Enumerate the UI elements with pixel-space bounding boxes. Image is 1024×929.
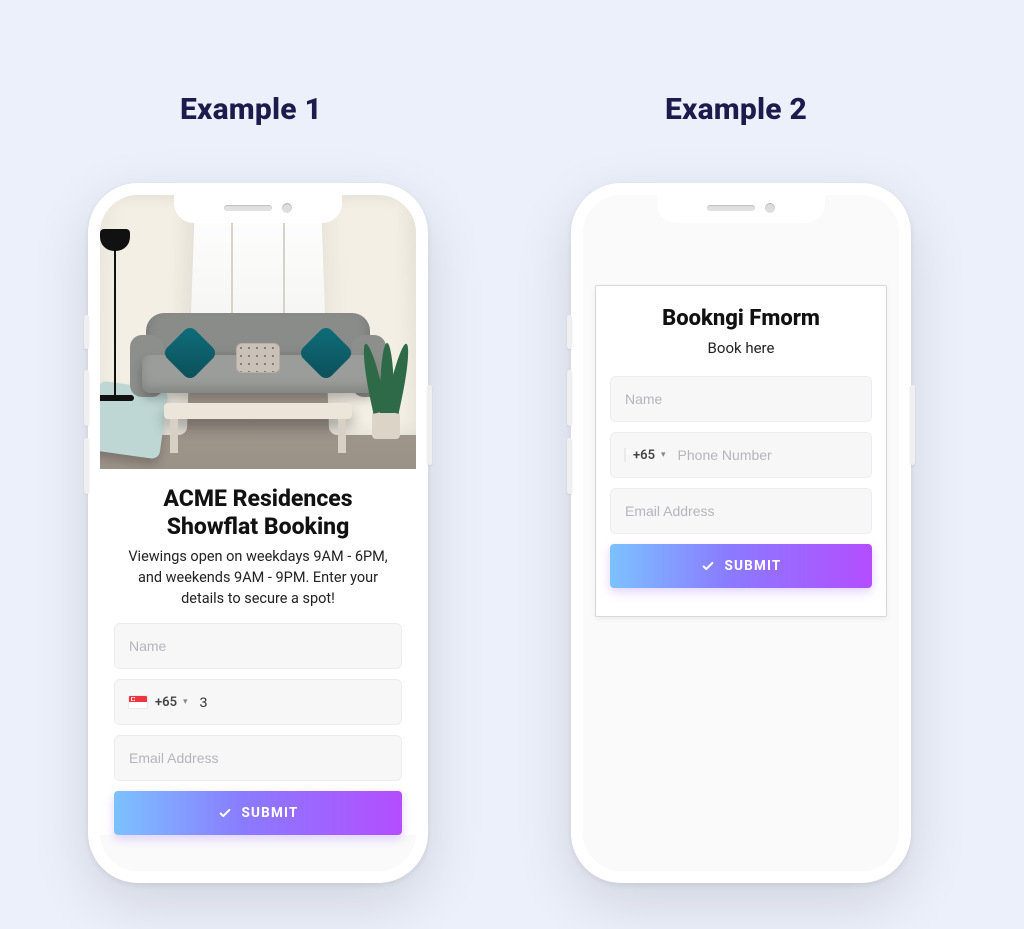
- form-title-line1: ACME Residences: [163, 485, 352, 512]
- phone-side-button: [567, 315, 572, 349]
- phone-side-button: [84, 370, 89, 426]
- check-icon: [218, 806, 232, 820]
- phone-side-button: [427, 385, 432, 465]
- phone-notch: [657, 195, 825, 223]
- phone-mockup-2: Bookngi Fmorm Book here +65 ▾ SUBMIT: [571, 183, 911, 883]
- name-field[interactable]: [114, 623, 402, 669]
- email-input[interactable]: [129, 750, 387, 766]
- example-1-label: Example 1: [180, 92, 322, 127]
- speaker-icon: [224, 205, 272, 211]
- email-input[interactable]: [625, 503, 857, 519]
- phone-screen: ACME Residences Showflat Booking Viewing…: [100, 195, 416, 871]
- example-2-label: Example 2: [665, 92, 807, 127]
- country-code[interactable]: +65: [155, 695, 177, 710]
- form-subtitle: Viewings open on weekdays 9AM - 6PM, and…: [100, 546, 416, 623]
- submit-button[interactable]: SUBMIT: [114, 791, 402, 835]
- form-subtitle: Book here: [596, 338, 886, 376]
- submit-label: SUBMIT: [725, 558, 782, 574]
- phone-field[interactable]: +65 ▾: [114, 679, 402, 725]
- email-field[interactable]: [114, 735, 402, 781]
- check-icon: [701, 559, 715, 573]
- phone-side-button: [84, 438, 89, 494]
- camera-icon: [765, 203, 775, 213]
- booking-form-card: ACME Residences Showflat Booking Viewing…: [100, 469, 416, 835]
- phone-mockup-1: ACME Residences Showflat Booking Viewing…: [88, 183, 428, 883]
- submit-label: SUBMIT: [242, 805, 299, 821]
- hero-image: [100, 195, 416, 469]
- country-code[interactable]: +65: [633, 448, 655, 463]
- form-title: Bookngi Fmorm: [596, 286, 886, 338]
- camera-icon: [282, 203, 292, 213]
- submit-button[interactable]: SUBMIT: [610, 544, 872, 588]
- phone-input[interactable]: [678, 447, 859, 463]
- flag-sg-icon[interactable]: [129, 696, 147, 708]
- speaker-icon: [707, 205, 755, 211]
- phone-side-button: [567, 370, 572, 426]
- phone-screen: Bookngi Fmorm Book here +65 ▾ SUBMIT: [583, 195, 899, 871]
- form-title-line2: Showflat Booking: [167, 513, 350, 540]
- phone-side-button: [567, 438, 572, 494]
- name-input[interactable]: [129, 638, 387, 654]
- phone-side-button: [84, 315, 89, 349]
- name-input[interactable]: [625, 391, 857, 407]
- phone-side-button: [910, 385, 915, 465]
- email-field[interactable]: [610, 488, 872, 534]
- chevron-down-icon[interactable]: ▾: [183, 697, 188, 707]
- phone-input[interactable]: [200, 694, 387, 710]
- booking-form-card: Bookngi Fmorm Book here +65 ▾ SUBMIT: [595, 285, 887, 617]
- phone-field[interactable]: +65 ▾: [610, 432, 872, 478]
- form-title: ACME Residences Showflat Booking: [100, 469, 416, 546]
- chevron-down-icon[interactable]: ▾: [661, 450, 666, 460]
- phone-notch: [174, 195, 342, 223]
- name-field[interactable]: [610, 376, 872, 422]
